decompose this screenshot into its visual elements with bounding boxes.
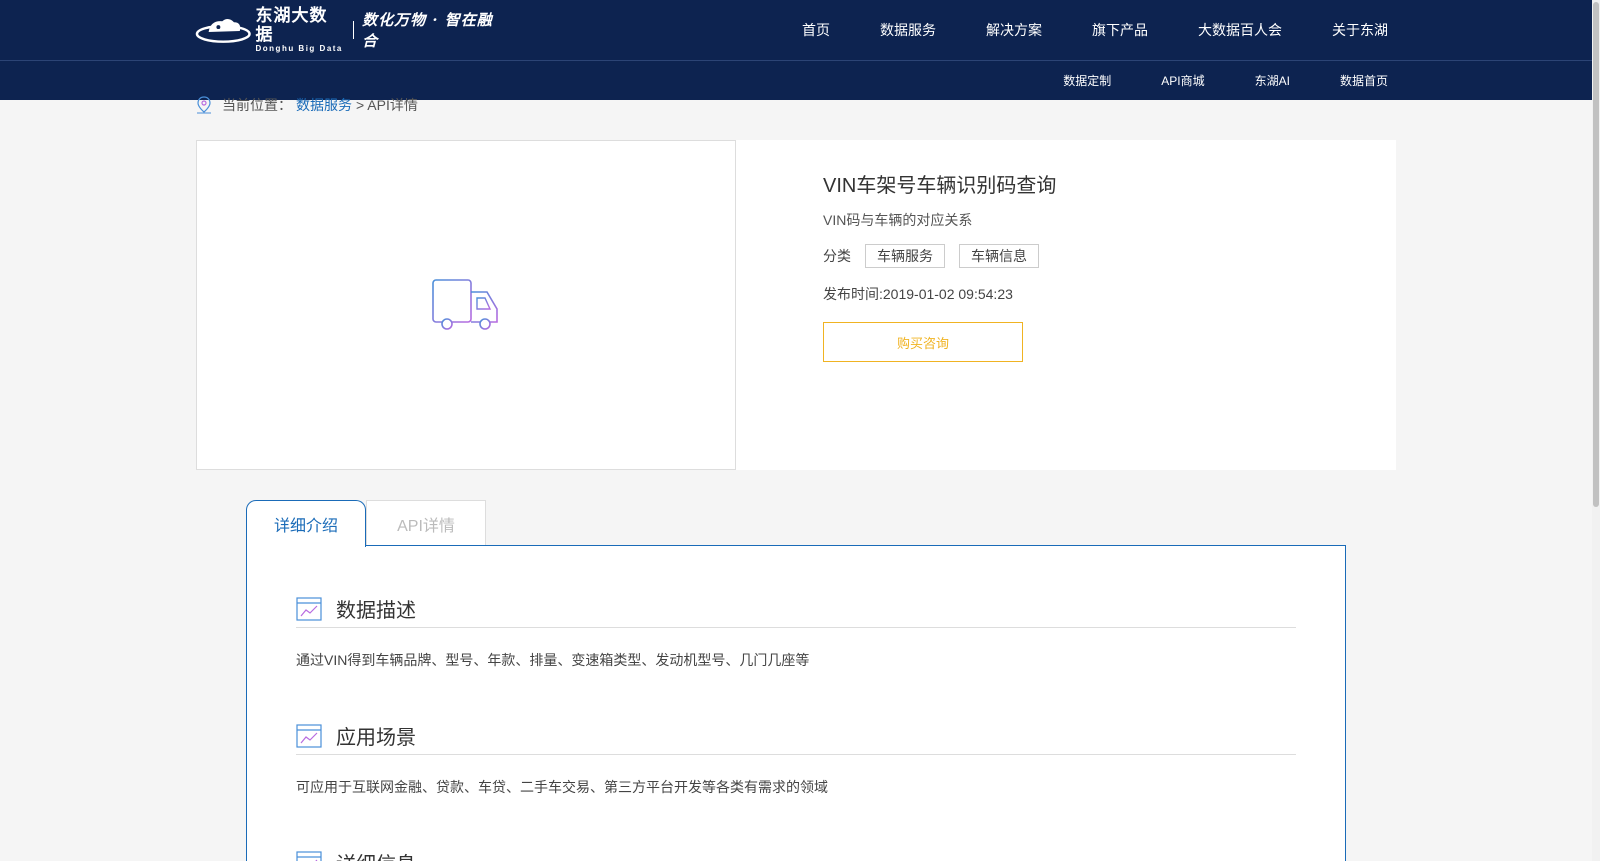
truck-icon (432, 279, 498, 330)
category-row: 分类 车辆服务 车辆信息 (823, 244, 1056, 268)
page-scrollbar[interactable] (1592, 0, 1600, 861)
logo-separator (353, 21, 355, 39)
site-header: 东湖大数据 Donghu Big Data 数化万物 · 智在融合 首页 数据服… (0, 0, 1592, 100)
tab-detailed-intro[interactable]: 详细介绍 (246, 500, 366, 547)
chart-window-icon (296, 723, 322, 748)
logo-name-cn: 东湖大数据 (255, 6, 328, 44)
section-data-description: 数据描述 通过VIN得到车辆品牌、型号、年款、排量、变速箱类型、发动机型号、几门… (296, 592, 1296, 670)
location-pin-icon (196, 96, 212, 114)
site-logo[interactable]: 东湖大数据 Donghu Big Data 数化万物 · 智在融合 (195, 6, 505, 53)
breadcrumb: 当前位置： 数据服务 > API详情 (196, 95, 418, 115)
section-title: 详细信息 (336, 848, 416, 861)
buy-consult-button[interactable]: 购买咨询 (823, 322, 1023, 362)
logo-name-en: Donghu Big Data (255, 44, 343, 53)
product-subtitle: VIN码与车辆的对应关系 (823, 212, 973, 228)
detail-tabs: 详细介绍 API详情 (246, 500, 486, 547)
subnav-api-store[interactable]: API商城 (1161, 72, 1204, 89)
subnav-donghu-ai[interactable]: 东湖AI (1255, 72, 1290, 89)
category-label: 分类 (823, 248, 851, 264)
breadcrumb-label: 当前位置： (222, 97, 292, 113)
cloud-logo-icon (195, 19, 251, 43)
tab-panel: 数据描述 通过VIN得到车辆品牌、型号、年款、排量、变速箱类型、发动机型号、几门… (246, 545, 1346, 861)
subnav-data-custom[interactable]: 数据定制 (1063, 72, 1111, 89)
nav-big-data-club[interactable]: 大数据百人会 (1198, 20, 1282, 40)
nav-solutions[interactable]: 解决方案 (986, 20, 1042, 40)
tab-api-details[interactable]: API详情 (366, 500, 486, 546)
section-use-cases: 应用场景 可应用于互联网金融、贷款、车贷、二手车交易、第三方平台开发等各类有需求… (296, 719, 1296, 797)
breadcrumb-link-data-services[interactable]: 数据服务 (296, 95, 352, 115)
chart-window-icon (296, 850, 322, 861)
sub-nav: 数据定制 API商城 东湖AI 数据首页 (1013, 61, 1388, 100)
product-info: VIN车架号车辆识别码查询 VIN码与车辆的对应关系 分类 车辆服务 车辆信息 … (823, 172, 1056, 362)
subnav-data-home[interactable]: 数据首页 (1340, 72, 1388, 89)
scrollbar-thumb[interactable] (1593, 2, 1599, 507)
main-nav: 首页 数据服务 解决方案 旗下产品 大数据百人会 关于东湖 (752, 0, 1388, 60)
nav-data-services[interactable]: 数据服务 (880, 20, 936, 40)
breadcrumb-current: > API详情 (356, 97, 418, 113)
section-body: 通过VIN得到车辆品牌、型号、年款、排量、变速箱类型、发动机型号、几门几座等 (296, 652, 810, 668)
product-title: VIN车架号车辆识别码查询 (823, 175, 1057, 197)
section-title: 应用场景 (336, 727, 416, 749)
section-title: 数据描述 (336, 600, 416, 622)
product-thumbnail (196, 140, 736, 470)
tag-vehicle-service[interactable]: 车辆服务 (865, 244, 945, 268)
publish-time: 发布时间:2019-01-02 09:54:23 (823, 286, 1013, 302)
section-body: 可应用于互联网金融、贷款、车贷、二手车交易、第三方平台开发等各类有需求的领域 (296, 779, 828, 795)
chart-window-icon (296, 596, 322, 621)
section-details: 详细信息 (296, 846, 1296, 861)
tag-vehicle-info[interactable]: 车辆信息 (959, 244, 1039, 268)
nav-home[interactable]: 首页 (802, 20, 830, 40)
section-header: 数据描述 (296, 592, 1296, 628)
section-header: 应用场景 (296, 719, 1296, 755)
nav-about[interactable]: 关于东湖 (1332, 20, 1388, 40)
logo-slogan: 数化万物 · 智在融合 (362, 11, 493, 50)
nav-products[interactable]: 旗下产品 (1092, 20, 1148, 40)
product-card: VIN车架号车辆识别码查询 VIN码与车辆的对应关系 分类 车辆服务 车辆信息 … (196, 140, 1396, 470)
section-header: 详细信息 (296, 846, 1296, 861)
logo-text: 东湖大数据 Donghu Big Data (256, 6, 344, 54)
